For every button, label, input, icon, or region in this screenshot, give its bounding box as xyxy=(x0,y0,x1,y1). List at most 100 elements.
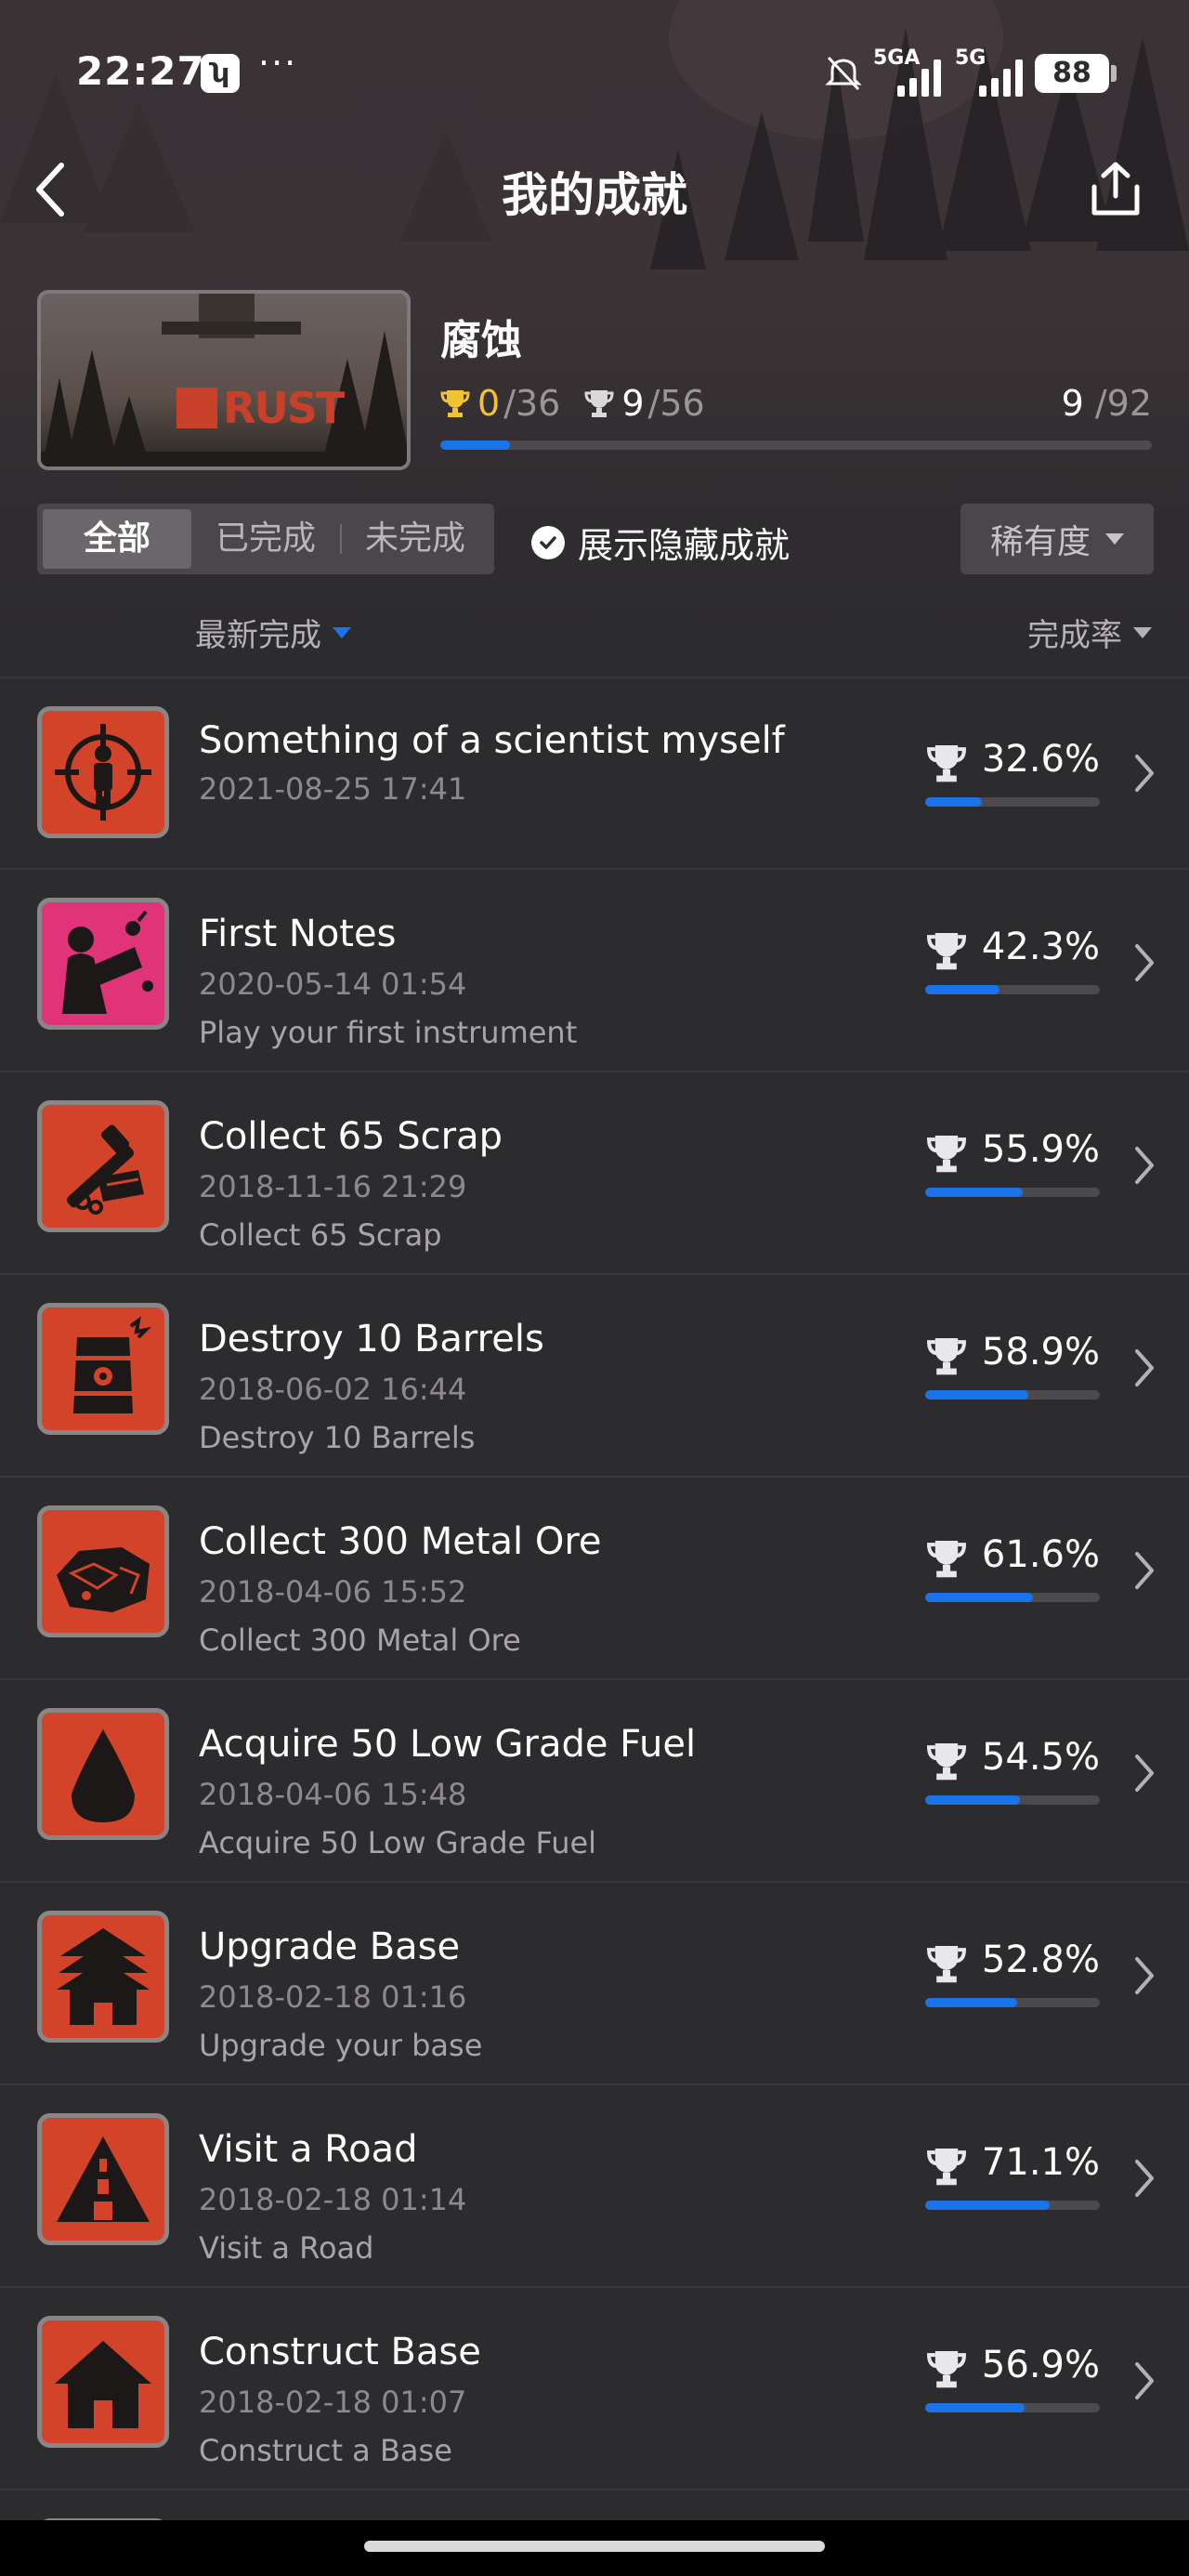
achievement-list: Something of a scientist myself 2021-08-… xyxy=(0,678,1189,2491)
achievement-description: Upgrade your base xyxy=(199,2028,483,2063)
tab-all[interactable]: 全部 xyxy=(43,509,191,569)
achievement-date: 2018-04-06 15:48 xyxy=(199,1777,467,1812)
battery-tip xyxy=(1111,65,1117,82)
overall-progress-bar xyxy=(440,440,1152,450)
show-hidden-toggle[interactable]: 展示隐藏成就 xyxy=(531,517,790,568)
completion-rate-bar xyxy=(925,1390,1100,1400)
app-notification-icon: ʮ xyxy=(201,54,240,93)
completion-rate-text: 61.6% xyxy=(981,1533,1100,1576)
achievement-description: Acquire 50 Low Grade Fuel xyxy=(199,1825,597,1860)
achievement-row[interactable]: Collect 65 Scrap 2018-11-16 21:29 Collec… xyxy=(0,1072,1189,1275)
crosshair-scientist-icon xyxy=(37,706,169,838)
achievement-title: Upgrade Base xyxy=(199,1925,461,1968)
caret-down-icon xyxy=(1105,533,1124,545)
achievement-title: Collect 300 Metal Ore xyxy=(199,1520,602,1563)
trophy-icon xyxy=(927,745,966,782)
completion-rate-fill xyxy=(925,2403,1025,2412)
trophy-stats: 0 /36 9 /56 xyxy=(440,383,705,424)
share-button[interactable] xyxy=(1085,156,1146,223)
completion-rate-fill xyxy=(925,1998,1018,2007)
upgrade-base-icon xyxy=(37,1911,169,2043)
achievement-row[interactable]: Construct Base 2018-02-18 01:07 Construc… xyxy=(0,2288,1189,2491)
sort-latest-label: 最新完成 xyxy=(195,617,321,654)
achievement-row[interactable]: Acquire 50 Low Grade Fuel 2018-04-06 15:… xyxy=(0,1680,1189,1883)
completion-rate-fill xyxy=(925,1795,1021,1805)
gold-trophy-total: /36 xyxy=(503,383,561,424)
caret-down-icon xyxy=(333,626,351,638)
rust-logo-mark xyxy=(176,388,217,428)
sort-by-rate[interactable]: 完成率 xyxy=(1027,610,1152,655)
achievement-row[interactable]: Upgrade Base 2018-02-18 01:16 Upgrade yo… xyxy=(0,1883,1189,2085)
achievement-row[interactable]: Visit a Road 2018-02-18 01:14 Visit a Ro… xyxy=(0,2085,1189,2288)
completion-rate-bar xyxy=(925,797,1100,807)
rarity-dropdown[interactable]: 稀有度 xyxy=(960,504,1154,574)
completion-rate-text: 42.3% xyxy=(981,926,1100,968)
tab-completed[interactable]: 已完成 xyxy=(191,509,340,569)
share-icon xyxy=(1091,162,1140,216)
achievement-date: 2018-04-06 15:52 xyxy=(199,1574,467,1610)
trophy-icon xyxy=(927,1743,966,1781)
completion-rate-fill xyxy=(925,2201,1050,2210)
check-icon xyxy=(531,525,565,559)
completion-rate-text: 54.5% xyxy=(981,1736,1100,1779)
achievement-description: Visit a Road xyxy=(199,2230,374,2266)
chevron-right-icon xyxy=(1135,944,1154,981)
sort-rate-label: 完成率 xyxy=(1027,617,1122,654)
achievement-row[interactable]: Something of a scientist myself 2021-08-… xyxy=(0,678,1189,870)
chevron-right-icon xyxy=(1135,755,1154,792)
achievement-title: Construct Base xyxy=(199,2331,481,2373)
completion-rate-fill xyxy=(925,1390,1028,1400)
achievement-title: Acquire 50 Low Grade Fuel xyxy=(199,1723,697,1766)
rust-logo-text: RUST xyxy=(223,383,345,433)
achievement-title: Destroy 10 Barrels xyxy=(199,1318,544,1360)
status-bar: 22:27 ʮ ··· 5GA 5G 88 xyxy=(0,0,1189,149)
silver-trophy-count: 9 xyxy=(621,383,645,424)
status-filter-segmented: 全部 已完成 未完成 xyxy=(37,504,494,574)
chevron-right-icon xyxy=(1135,2160,1154,2197)
game-name: 腐蚀 xyxy=(440,317,522,364)
barrel-icon xyxy=(37,1303,169,1435)
more-notifications-icon: ··· xyxy=(258,43,298,84)
completion-rate-fill xyxy=(925,1593,1033,1602)
achievement-description: Collect 65 Scrap xyxy=(199,1217,442,1253)
home-indicator[interactable] xyxy=(364,2541,825,2552)
achievement-row[interactable]: First Notes 2020-05-14 01:54 Play your f… xyxy=(0,870,1189,1072)
trophy-icon xyxy=(927,1541,966,1578)
mute-icon xyxy=(825,56,862,91)
overall-achievement-count: 9 /92 xyxy=(1062,383,1152,424)
completion-rate-bar xyxy=(925,2201,1100,2210)
trophy-icon xyxy=(927,933,966,970)
tab-incomplete[interactable]: 未完成 xyxy=(342,509,489,569)
achievement-description: Construct a Base xyxy=(199,2433,452,2468)
house-icon xyxy=(37,2316,169,2448)
game-cover-image[interactable]: RUST xyxy=(37,290,411,470)
completion-rate-fill xyxy=(925,797,983,807)
completion-rate-fill xyxy=(925,1188,1024,1197)
trophy-icon xyxy=(927,1338,966,1375)
total-count: /92 xyxy=(1094,383,1152,424)
completion-rate-bar xyxy=(925,2403,1100,2412)
achievement-date: 2018-02-18 01:16 xyxy=(199,1979,467,2015)
page-title: 我的成就 xyxy=(502,168,687,222)
achievement-date: 2018-02-18 01:14 xyxy=(199,2182,467,2217)
road-icon xyxy=(37,2113,169,2245)
trophy-icon xyxy=(927,2351,966,2388)
chevron-right-icon xyxy=(1135,1552,1154,1589)
gold-trophy-count: 0 xyxy=(477,383,501,424)
achievement-date: 2018-02-18 01:07 xyxy=(199,2385,467,2420)
completion-rate-bar xyxy=(925,1188,1100,1197)
achievement-date: 2018-11-16 21:29 xyxy=(199,1169,467,1204)
achievement-row[interactable]: Destroy 10 Barrels 2018-06-02 16:44 Dest… xyxy=(0,1275,1189,1478)
achievement-row[interactable]: Collect 300 Metal Ore 2018-04-06 15:52 C… xyxy=(0,1478,1189,1680)
silver-trophy-icon xyxy=(584,390,614,417)
achievement-title: Collect 65 Scrap xyxy=(199,1115,503,1158)
rarity-label: 稀有度 xyxy=(989,523,1091,561)
chevron-right-icon xyxy=(1135,1147,1154,1184)
caret-down-icon xyxy=(1133,626,1152,638)
sort-by-latest[interactable]: 最新完成 xyxy=(195,610,351,655)
gold-trophy-icon xyxy=(440,390,470,417)
completion-rate-text: 32.6% xyxy=(981,738,1100,781)
battery-icon: 88 xyxy=(1035,54,1109,93)
completion-rate-bar xyxy=(925,985,1100,994)
trophy-icon xyxy=(927,1136,966,1173)
